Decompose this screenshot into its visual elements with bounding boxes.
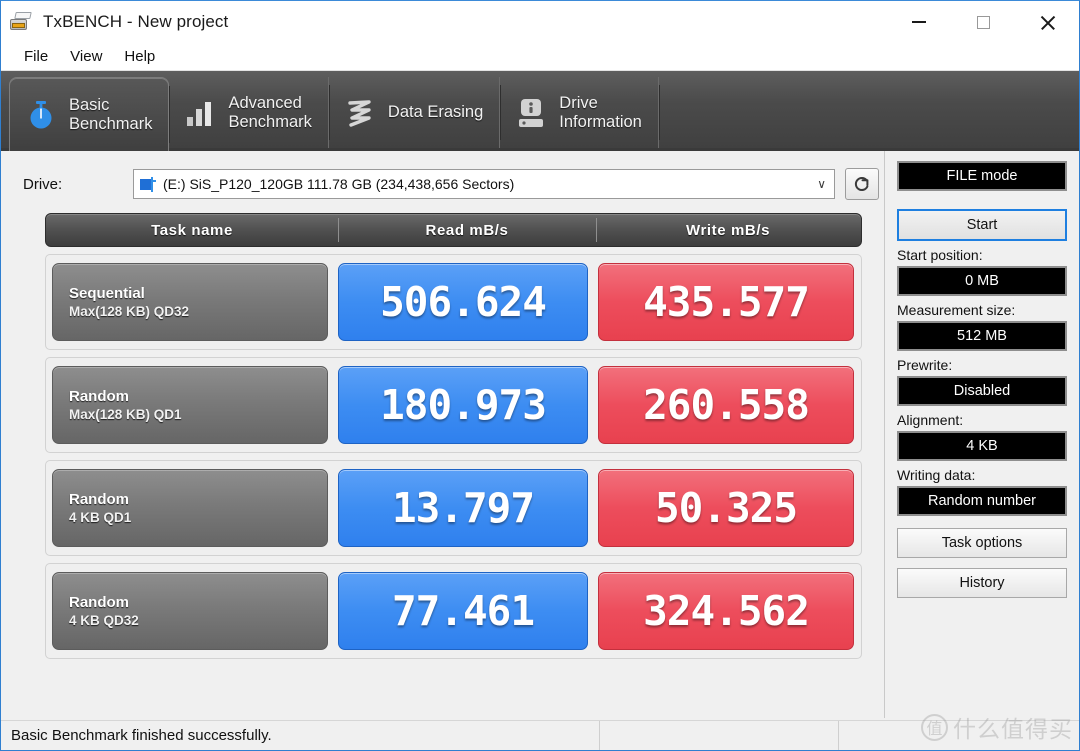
task-name-line1: Random: [69, 490, 129, 508]
body-area: Drive: (E:) SiS_P120_120GB 111.78 GB (23…: [1, 151, 1079, 718]
task-name-line2: 4 KB QD1: [69, 509, 132, 525]
task-options-button[interactable]: Task options: [897, 528, 1067, 558]
task-name-line2: Max(128 KB) QD1: [69, 406, 182, 422]
write-value-cell: 50.325: [598, 469, 854, 547]
read-value-cell: 506.624: [338, 263, 588, 341]
column-header-write: Write mB/s: [596, 214, 860, 246]
history-button[interactable]: History: [897, 568, 1067, 598]
prewrite-label: Prewrite:: [897, 357, 953, 373]
printer-icon: [10, 12, 34, 32]
tab-basic-benchmark[interactable]: Basic Benchmark: [9, 77, 171, 151]
file-mode-field[interactable]: FILE mode: [897, 161, 1067, 191]
close-button[interactable]: [1015, 1, 1079, 43]
close-icon: [1039, 14, 1056, 31]
read-value-cell: 13.797: [338, 469, 588, 547]
chevron-down-icon: ∨: [817, 177, 826, 191]
hard-drive-icon: [514, 96, 548, 130]
tab-strip: Basic Benchmark Advanced Benchmark Data …: [1, 71, 1079, 151]
task-name-line1: Random: [69, 593, 129, 611]
window-controls: [887, 1, 1079, 43]
write-value-cell: 324.562: [598, 572, 854, 650]
task-name-line2: 4 KB QD32: [69, 612, 139, 628]
table-header-row: Task name Read mB/s Write mB/s: [45, 213, 862, 247]
write-value-cell: 260.558: [598, 366, 854, 444]
menu-item-help[interactable]: Help: [113, 45, 166, 68]
tab-label-basic-benchmark: Basic Benchmark: [69, 95, 153, 133]
scribble-icon: [343, 96, 377, 130]
drive-selected-value: (E:) SiS_P120_120GB 111.78 GB (234,438,6…: [163, 176, 515, 192]
task-name-line1: Random: [69, 387, 129, 405]
status-divider: [838, 721, 839, 750]
tab-label-data-erasing: Data Erasing: [387, 103, 484, 121]
maximize-icon: [976, 15, 990, 29]
window-title: TxBENCH - New project: [43, 12, 229, 31]
maximize-button[interactable]: [951, 1, 1015, 43]
write-value-cell: 435.577: [598, 263, 854, 341]
minimize-button[interactable]: [887, 1, 951, 43]
start-button[interactable]: Start: [897, 209, 1067, 241]
title-bar: TxBENCH - New project: [1, 1, 1079, 43]
table-row: Random 4 KB QD32 77.461 324.562: [45, 563, 862, 659]
table-row: Sequential Max(128 KB) QD32 506.624 435.…: [45, 254, 862, 350]
task-name-cell[interactable]: Random Max(128 KB) QD1: [52, 366, 328, 444]
refresh-drives-button[interactable]: [845, 168, 879, 200]
task-name-line2: Max(128 KB) QD32: [69, 303, 190, 319]
task-name-line1: Sequential: [69, 284, 145, 302]
task-name-cell[interactable]: Random 4 KB QD1: [52, 469, 328, 547]
menu-bar: File View Help: [1, 43, 1079, 71]
read-value-cell: 180.973: [338, 366, 588, 444]
writing-data-field[interactable]: Random number: [897, 486, 1067, 516]
measurement-size-field[interactable]: 512 MB: [897, 321, 1067, 351]
read-value-cell: 77.461: [338, 572, 588, 650]
start-position-label: Start position:: [897, 247, 983, 263]
stopwatch-icon: [24, 98, 58, 132]
tab-label-drive-information: Drive Information: [559, 93, 642, 131]
menu-item-file[interactable]: File: [13, 45, 59, 68]
task-name-cell[interactable]: Sequential Max(128 KB) QD32: [52, 263, 328, 341]
tab-advanced-benchmark[interactable]: Advanced Benchmark: [169, 77, 331, 148]
minimize-icon: [912, 21, 926, 23]
drive-select[interactable]: (E:) SiS_P120_120GB 111.78 GB (234,438,6…: [133, 169, 835, 199]
status-divider: [599, 721, 600, 750]
writing-data-label: Writing data:: [897, 467, 976, 483]
status-bar: Basic Benchmark finished successfully.: [1, 720, 1079, 750]
prewrite-field[interactable]: Disabled: [897, 376, 1067, 406]
options-sidebar: FILE mode Start Start position: 0 MB Mea…: [885, 151, 1079, 718]
drive-label: Drive:: [23, 175, 63, 193]
menu-item-view[interactable]: View: [59, 45, 113, 68]
column-header-read: Read mB/s: [338, 214, 596, 246]
table-row: Random 4 KB QD1 13.797 50.325: [45, 460, 862, 556]
status-message: Basic Benchmark finished successfully.: [11, 727, 272, 744]
refresh-icon: [854, 177, 869, 191]
bar-chart-icon: [183, 96, 217, 130]
tab-drive-information[interactable]: Drive Information: [500, 77, 660, 148]
table-row: Random Max(128 KB) QD1 180.973 260.558: [45, 357, 862, 453]
tab-label-advanced-benchmark: Advanced Benchmark: [228, 93, 312, 131]
benchmark-table: Task name Read mB/s Write mB/s Sequentia…: [45, 213, 862, 659]
left-pane: Drive: (E:) SiS_P120_120GB 111.78 GB (23…: [1, 151, 885, 718]
task-name-cell[interactable]: Random 4 KB QD32: [52, 572, 328, 650]
tab-data-erasing[interactable]: Data Erasing: [329, 77, 502, 148]
measurement-size-label: Measurement size:: [897, 302, 1016, 318]
alignment-field[interactable]: 4 KB: [897, 431, 1067, 461]
drive-selector-row: Drive: (E:) SiS_P120_120GB 111.78 GB (23…: [1, 151, 884, 205]
start-position-field[interactable]: 0 MB: [897, 266, 1067, 296]
drive-icon: [140, 176, 157, 192]
alignment-label: Alignment:: [897, 412, 964, 428]
txbench-window: TxBENCH - New project File View Help Bas…: [0, 0, 1080, 751]
column-header-task-name: Task name: [151, 221, 233, 239]
